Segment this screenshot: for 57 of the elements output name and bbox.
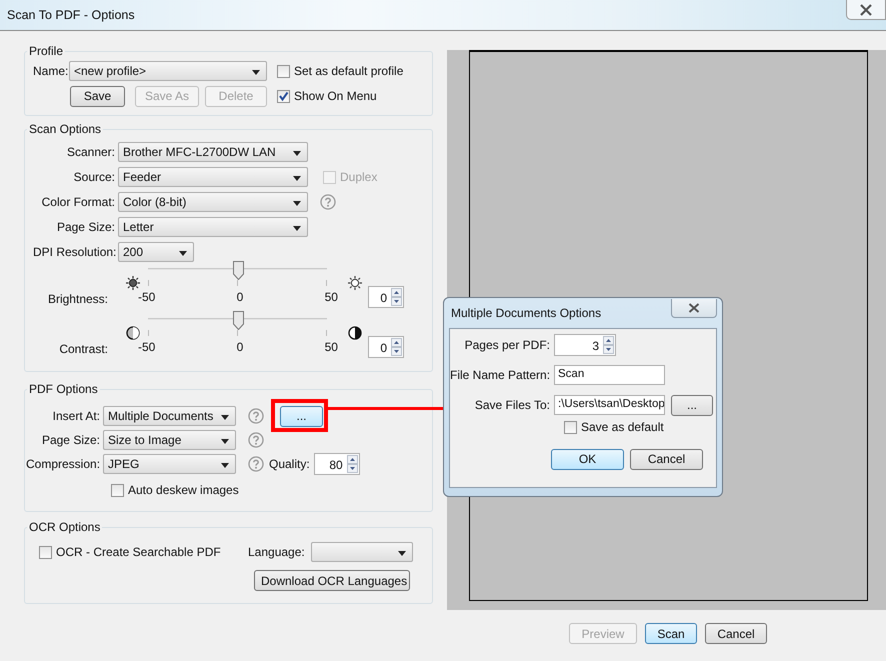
checkbox-label: Duplex	[340, 170, 378, 184]
scale-label: -50	[138, 290, 156, 304]
group-title: Profile	[28, 44, 64, 58]
checkbox-label: OCR - Create Searchable PDF	[56, 545, 222, 559]
dropdown[interactable]: Letter	[118, 217, 308, 237]
field-label: Name:	[33, 64, 69, 78]
field-label: Source:	[72, 170, 115, 184]
group-title: PDF Options	[28, 382, 99, 396]
dropdown[interactable]: 200	[118, 242, 194, 262]
dropdown[interactable]: Brother MFC-L2700DW LAN	[118, 142, 308, 162]
dropdown[interactable]: Multiple Documents	[103, 406, 236, 426]
field-label: Brightness:	[46, 292, 108, 306]
field-label: Language:	[248, 545, 305, 559]
field-label: DPI Resolution:	[33, 245, 115, 259]
field-label: Save Files To:	[474, 398, 550, 412]
dropdown[interactable]: Feeder	[118, 167, 308, 187]
field-label: Contrast:	[58, 342, 108, 356]
download-button[interactable]: Download OCR Languages	[254, 570, 410, 591]
text-field[interactable]: Scan	[554, 365, 665, 385]
field-label: Pages per PDF:	[464, 338, 550, 352]
field-label: Quality:	[269, 457, 310, 471]
dropdown[interactable]: <new profile>	[69, 61, 267, 81]
window-title: Scan To PDF - Options	[7, 8, 135, 22]
more-button[interactable]: ...	[280, 406, 323, 426]
path-field[interactable]: :\Users\tsan\Desktop	[554, 395, 665, 415]
dialog-button[interactable]: Cancel	[630, 448, 703, 470]
profile-button[interactable]: Save	[70, 86, 125, 106]
dialog-button[interactable]: Scan	[645, 623, 697, 644]
dropdown[interactable]: JPEG	[103, 454, 236, 474]
field-label: Scanner:	[66, 145, 115, 159]
checkbox-label: Show On Menu	[294, 89, 377, 103]
number-spinner[interactable]: 0	[368, 336, 404, 358]
number-spinner[interactable]: 0	[368, 286, 404, 308]
scale-label: 50	[324, 340, 338, 354]
number-spinner[interactable]: 3	[554, 334, 616, 356]
group-title: OCR Options	[28, 520, 102, 534]
field-label: Page Size:	[40, 433, 100, 447]
field-label: Insert At:	[52, 409, 100, 423]
group-title: Scan Options	[28, 122, 102, 136]
dialog-button[interactable]: OK	[551, 448, 624, 470]
dropdown[interactable]: Size to Image	[103, 430, 236, 450]
checkbox-label: Save as default	[581, 420, 664, 434]
dropdown[interactable]: Color (8-bit)	[118, 192, 308, 212]
field-label: File Name Pattern:	[450, 368, 550, 382]
scale-label: 0	[236, 290, 244, 304]
checkbox-label: Set as default profile	[294, 64, 404, 78]
scale-label: -50	[138, 340, 156, 354]
scale-label: 50	[324, 290, 338, 304]
dialog-button[interactable]: Cancel	[705, 623, 767, 644]
field-label: Color Format:	[40, 195, 115, 209]
checkbox-label: Auto deskew images	[128, 483, 239, 497]
browse-button[interactable]: ...	[671, 394, 713, 416]
number-spinner[interactable]: 80	[314, 453, 360, 475]
field-label: Page Size:	[56, 220, 115, 234]
dialog-title: Multiple Documents Options	[451, 306, 602, 320]
field-label: Compression:	[26, 457, 100, 471]
scale-label: 0	[236, 340, 244, 354]
